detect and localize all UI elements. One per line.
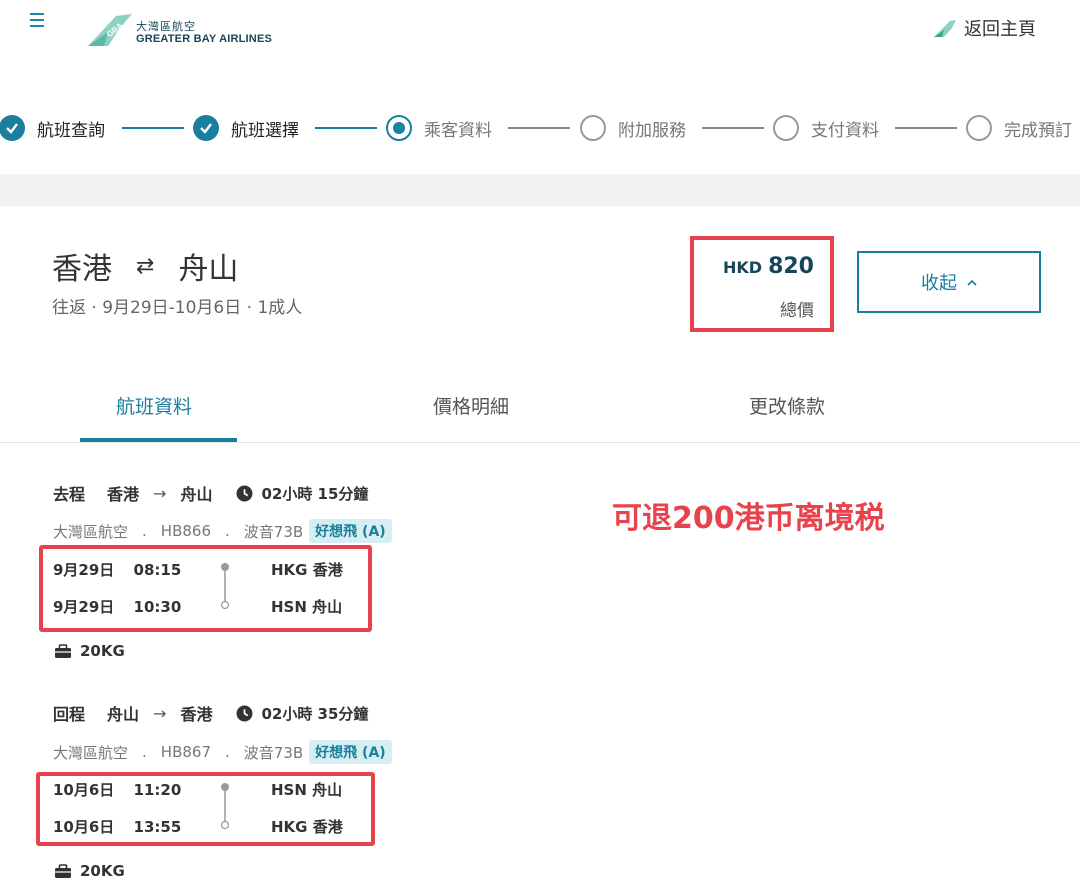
return-arrival-airport: HKG 香港 (271, 818, 343, 836)
step-label: 航班查詢 (37, 120, 105, 141)
segment-destination: 舟山 (180, 485, 213, 504)
step-label: 完成預訂 (1004, 120, 1072, 141)
clock-icon (236, 705, 253, 722)
return-flight-info: 大灣區航空 . HB867 . 波音73B 好想飛 (A) (53, 740, 392, 764)
check-icon (0, 115, 25, 141)
tab-price-breakdown[interactable]: 價格明細 (433, 392, 509, 419)
outbound-departure-airport: HKG 香港 (271, 561, 343, 579)
outbound-segment-header: 去程 香港 → 舟山 02小時 15分鐘 (53, 481, 368, 505)
step-connector (122, 127, 184, 129)
outbound-arrival-datetime: 9月29日 10:30 (53, 596, 181, 617)
chevron-up-icon (967, 279, 977, 286)
arrival-time: 13:55 (133, 818, 182, 836)
baggage-allowance: 20KG (80, 642, 125, 660)
step-complete: 完成預訂 (966, 112, 1072, 144)
departure-date: 9月29日 (53, 561, 115, 579)
total-price-label: 總價 (780, 301, 814, 321)
logo-chinese-name: 大灣區航空 (136, 20, 196, 33)
departure-time: 08:15 (133, 561, 182, 579)
plane-tail-icon (934, 20, 956, 37)
outbound-departure-datetime: 9月29日 08:15 (53, 559, 181, 580)
menu-icon[interactable] (26, 10, 48, 32)
flight-duration: 02小時 35分鐘 (261, 704, 369, 723)
trip-info: 往返 · 9月29日-10月6日 · 1成人 (52, 298, 303, 318)
outbound-flight-info: 大灣區航空 . HB866 . 波音73B 好想飛 (A) (53, 519, 392, 543)
flight-number: HB867 (160, 743, 211, 761)
step-passenger-info: 乘客資料 (386, 112, 492, 144)
outbound-baggage: 20KG (54, 642, 125, 660)
fare-class-badge: 好想飛 (A) (309, 519, 392, 543)
destination-city: 舟山 (178, 252, 239, 287)
flight-number: HB866 (160, 522, 211, 540)
baggage-icon (55, 863, 71, 878)
collapse-label: 收起 (921, 273, 957, 294)
aircraft-type: 波音73B (243, 743, 304, 762)
return-arrival-datetime: 10月6日 13:55 (53, 816, 181, 837)
pending-step-icon (580, 115, 606, 141)
total-price-highlight: HKD 820 總價 (690, 236, 834, 332)
step-label: 附加服務 (618, 120, 686, 141)
step-connector (508, 127, 570, 129)
arrow-right-icon: → (153, 483, 167, 503)
route-title: 香港 ⇄ 舟山 (52, 244, 238, 288)
arrow-right-icon: → (153, 703, 167, 723)
step-label: 乘客資料 (424, 120, 492, 141)
step-payment: 支付資料 (773, 112, 879, 144)
step-label: 航班選擇 (231, 120, 299, 141)
price-currency: HKD (722, 258, 763, 277)
baggage-icon (55, 643, 71, 658)
step-connector (702, 127, 764, 129)
arrival-time: 10:30 (133, 598, 182, 616)
tab-flight-details[interactable]: 航班資料 (116, 392, 192, 419)
arrival-date: 9月29日 (53, 598, 115, 616)
total-price: HKD 820 (723, 254, 814, 279)
check-icon (193, 115, 219, 141)
return-segment-header: 回程 舟山 → 香港 02小時 35分鐘 (53, 701, 368, 725)
collapse-button[interactable]: 收起 (857, 251, 1041, 313)
airline-name: 大灣區航空 (53, 522, 129, 541)
tab-divider (0, 442, 1080, 443)
segment-origin: 舟山 (107, 705, 140, 724)
pending-step-icon (773, 115, 799, 141)
outbound-arrival-airport: HSN 舟山 (271, 598, 343, 616)
round-trip-icon: ⇄ (136, 253, 155, 279)
segment-direction: 回程 (53, 705, 86, 724)
return-baggage: 20KG (54, 862, 125, 880)
current-step-icon (386, 115, 412, 141)
booking-progress-stepper: 航班查詢 航班選擇 乘客資料 附加服務 支付資料 完成預訂 (0, 108, 1080, 148)
fare-class-badge: 好想飛 (A) (309, 740, 392, 764)
departure-date: 10月6日 (53, 781, 115, 799)
clock-icon (236, 485, 253, 502)
tax-refund-annotation: 可退200港币离境税 (612, 501, 885, 536)
arrival-date: 10月6日 (53, 818, 115, 836)
step-connector (895, 127, 957, 129)
step-connector (315, 127, 377, 129)
baggage-allowance: 20KG (80, 862, 125, 880)
airline-logo[interactable]: GBA 大灣區航空 GREATER BAY AIRLINES (86, 12, 286, 48)
step-add-ons: 附加服務 (580, 112, 686, 144)
pending-step-icon (966, 115, 992, 141)
aircraft-type: 波音73B (243, 522, 304, 541)
flight-duration: 02小時 15分鐘 (261, 484, 369, 503)
logo-mark-icon: GBA (88, 14, 132, 46)
segment-origin: 香港 (107, 485, 140, 504)
segment-destination: 香港 (180, 705, 213, 724)
tab-change-terms[interactable]: 更改條款 (749, 392, 825, 419)
back-to-home-link[interactable]: 返回主頁 (932, 15, 1036, 41)
flight-path-icon (220, 783, 230, 830)
return-departure-datetime: 10月6日 11:20 (53, 779, 181, 800)
step-flight-selection: 航班選擇 (193, 112, 299, 144)
step-flight-search: 航班查詢 (0, 112, 105, 144)
airline-name: 大灣區航空 (53, 743, 129, 762)
return-departure-airport: HSN 舟山 (271, 781, 343, 799)
section-divider (0, 174, 1080, 206)
price-amount: 820 (768, 254, 814, 279)
segment-direction: 去程 (53, 485, 86, 504)
back-to-home-label: 返回主頁 (964, 19, 1036, 40)
flight-path-icon (220, 563, 230, 610)
step-label: 支付資料 (811, 120, 879, 141)
origin-city: 香港 (52, 252, 112, 287)
departure-time: 11:20 (133, 781, 182, 799)
logo-english-name: GREATER BAY AIRLINES (136, 33, 273, 45)
